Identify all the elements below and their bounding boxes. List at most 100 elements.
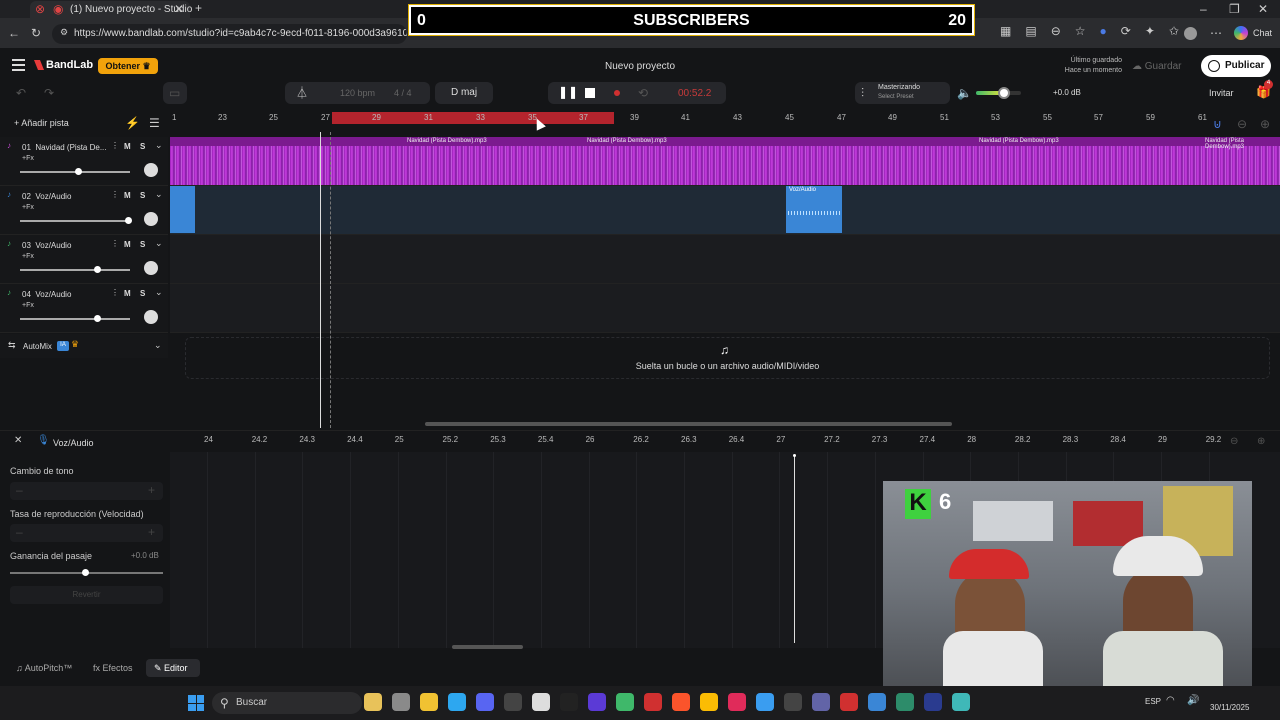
- editor-zoom-in-icon[interactable]: ⊕: [1257, 437, 1265, 447]
- editor-playhead[interactable]: [794, 456, 795, 643]
- minimize-icon[interactable]: –: [1200, 3, 1207, 15]
- taskbar-app-icon[interactable]: [924, 693, 942, 711]
- settings-sliders-icon[interactable]: ☰: [149, 117, 160, 129]
- redo-icon[interactable]: ↷: [44, 87, 54, 99]
- track-name[interactable]: 04 Voz/Audio: [22, 290, 71, 299]
- track-menu-icon[interactable]: ⋮: [111, 191, 119, 199]
- pause-icon[interactable]: ❚❚: [558, 86, 578, 98]
- plus-icon[interactable]: +: [148, 526, 155, 538]
- time-signature-field[interactable]: 4 / 4: [394, 88, 412, 98]
- track-menu-icon[interactable]: ⋮: [111, 142, 119, 150]
- guardar-button[interactable]: ☁ Guardar: [1132, 61, 1181, 72]
- snap-magnet-icon[interactable]: ⊍: [1213, 118, 1222, 130]
- layout-toggle-button[interactable]: ▭: [163, 82, 187, 104]
- revert-button[interactable]: Revertir: [10, 586, 163, 604]
- track-menu-icon[interactable]: ⋮: [111, 289, 119, 297]
- profile-avatar[interactable]: [1184, 27, 1197, 40]
- menu-icon[interactable]: [12, 59, 25, 71]
- add-fx-button[interactable]: +Fx: [22, 302, 34, 309]
- back-icon[interactable]: ←: [8, 27, 20, 39]
- site-info-icon[interactable]: ⚙: [60, 28, 68, 37]
- taskbar-app-icon[interactable]: [392, 693, 410, 711]
- zoom-icon[interactable]: ⊖: [1051, 25, 1061, 43]
- track-header[interactable]: ♪ 04 Voz/Audio +Fx ⋮ M S ⌄: [0, 284, 168, 333]
- master-volume-knob[interactable]: [998, 87, 1010, 99]
- track-volume-knob[interactable]: [75, 168, 82, 175]
- new-tab-icon[interactable]: +: [195, 2, 202, 14]
- key-button[interactable]: D maj: [435, 82, 493, 104]
- track-volume-knob[interactable]: [94, 266, 101, 273]
- taskbar-date[interactable]: 30/11/2025: [1210, 703, 1249, 712]
- add-fx-button[interactable]: +Fx: [22, 253, 34, 260]
- maximize-icon[interactable]: ❐: [1229, 3, 1240, 15]
- close-editor-icon[interactable]: ✕: [14, 436, 22, 446]
- track-volume-slider[interactable]: [20, 269, 130, 271]
- magic-icon[interactable]: ⚡: [125, 117, 140, 129]
- track-lane[interactable]: [170, 284, 1280, 333]
- tab-editor[interactable]: ✎ Editor: [146, 659, 200, 677]
- taskbar-app-icon[interactable]: [896, 693, 914, 711]
- chat-label[interactable]: Chat: [1253, 28, 1272, 38]
- copilot-icon[interactable]: [1234, 26, 1248, 40]
- taskbar-app-icon[interactable]: [448, 693, 466, 711]
- record-icon[interactable]: [614, 90, 620, 96]
- chevron-down-icon[interactable]: ⌄: [155, 190, 163, 199]
- chevron-down-icon[interactable]: ⌄: [155, 239, 163, 248]
- zoom-in-icon[interactable]: ⊕: [1260, 118, 1270, 130]
- track-volume-knob[interactable]: [94, 315, 101, 322]
- metronome-icon[interactable]: ⏃: [296, 87, 308, 99]
- pan-knob[interactable]: [144, 163, 158, 177]
- track-volume-knob[interactable]: [125, 217, 132, 224]
- taskbar-app-icon[interactable]: [560, 693, 578, 711]
- language-indicator[interactable]: ESP: [1145, 697, 1161, 706]
- add-fx-button[interactable]: +Fx: [22, 155, 34, 162]
- taskbar-app-icon[interactable]: [476, 693, 494, 711]
- extension-icon[interactable]: ▦: [1000, 25, 1011, 43]
- mute-button[interactable]: M: [124, 142, 131, 151]
- pitch-stepper[interactable]: – +: [10, 482, 163, 500]
- loop-icon[interactable]: ⟲: [638, 87, 648, 99]
- taskbar-search[interactable]: [212, 692, 362, 714]
- tab-efectos[interactable]: fx Efectos: [93, 663, 133, 673]
- taskbar-app-icon[interactable]: [700, 693, 718, 711]
- extension-icon[interactable]: ●: [1100, 25, 1107, 43]
- tab-autopitch[interactable]: ♫ AutoPitch™: [16, 663, 72, 673]
- playhead[interactable]: [320, 132, 321, 428]
- taskbar-app-icon[interactable]: [588, 693, 606, 711]
- project-title[interactable]: Nuevo proyecto: [540, 61, 740, 72]
- mute-button[interactable]: M: [124, 191, 131, 200]
- obtener-button[interactable]: Obtener ♛: [98, 58, 158, 74]
- add-fx-button[interactable]: +Fx: [22, 204, 34, 211]
- windows-start-icon[interactable]: [188, 695, 204, 711]
- minus-icon[interactable]: –: [16, 526, 23, 538]
- track-volume-slider[interactable]: [20, 318, 130, 320]
- track-header[interactable]: ♪ 02 Voz/Audio +Fx ⋮ M S ⌄: [0, 186, 168, 235]
- gain-slider-knob[interactable]: [82, 569, 89, 576]
- voice-clip[interactable]: [170, 186, 195, 233]
- taskbar-app-icon[interactable]: [532, 693, 550, 711]
- invitar-button[interactable]: Invitar: [1209, 88, 1234, 98]
- track-volume-slider[interactable]: [20, 220, 130, 222]
- solo-button[interactable]: S: [140, 191, 145, 200]
- zoom-out-icon[interactable]: ⊖: [1237, 118, 1247, 130]
- mute-button[interactable]: M: [124, 240, 131, 249]
- close-window-icon[interactable]: ✕: [1258, 3, 1268, 15]
- minus-icon[interactable]: –: [16, 484, 23, 496]
- taskbar-app-icon[interactable]: [784, 693, 802, 711]
- reload-icon[interactable]: ↻: [31, 27, 41, 39]
- solo-button[interactable]: S: [140, 142, 145, 151]
- voice-clip[interactable]: [786, 186, 842, 233]
- track-menu-icon[interactable]: ⋮: [111, 240, 119, 248]
- wifi-icon[interactable]: ◠: [1166, 696, 1175, 706]
- track-header[interactable]: ♪ 03 Voz/Audio +Fx ⋮ M S ⌄: [0, 235, 168, 284]
- chevron-down-icon[interactable]: ⌄: [155, 288, 163, 297]
- track-name[interactable]: 02 Voz/Audio: [22, 192, 71, 201]
- taskbar-app-icon[interactable]: [672, 693, 690, 711]
- taskbar-app-icon[interactable]: [952, 693, 970, 711]
- close-tab-icon[interactable]: ✕: [174, 3, 184, 15]
- taskbar-app-icon[interactable]: [420, 693, 438, 711]
- taskbar-app-icon[interactable]: [364, 693, 382, 711]
- extension-icon[interactable]: ▤: [1025, 25, 1036, 43]
- taskbar-app-icon[interactable]: [728, 693, 746, 711]
- bpm-field[interactable]: 120 bpm: [340, 88, 375, 98]
